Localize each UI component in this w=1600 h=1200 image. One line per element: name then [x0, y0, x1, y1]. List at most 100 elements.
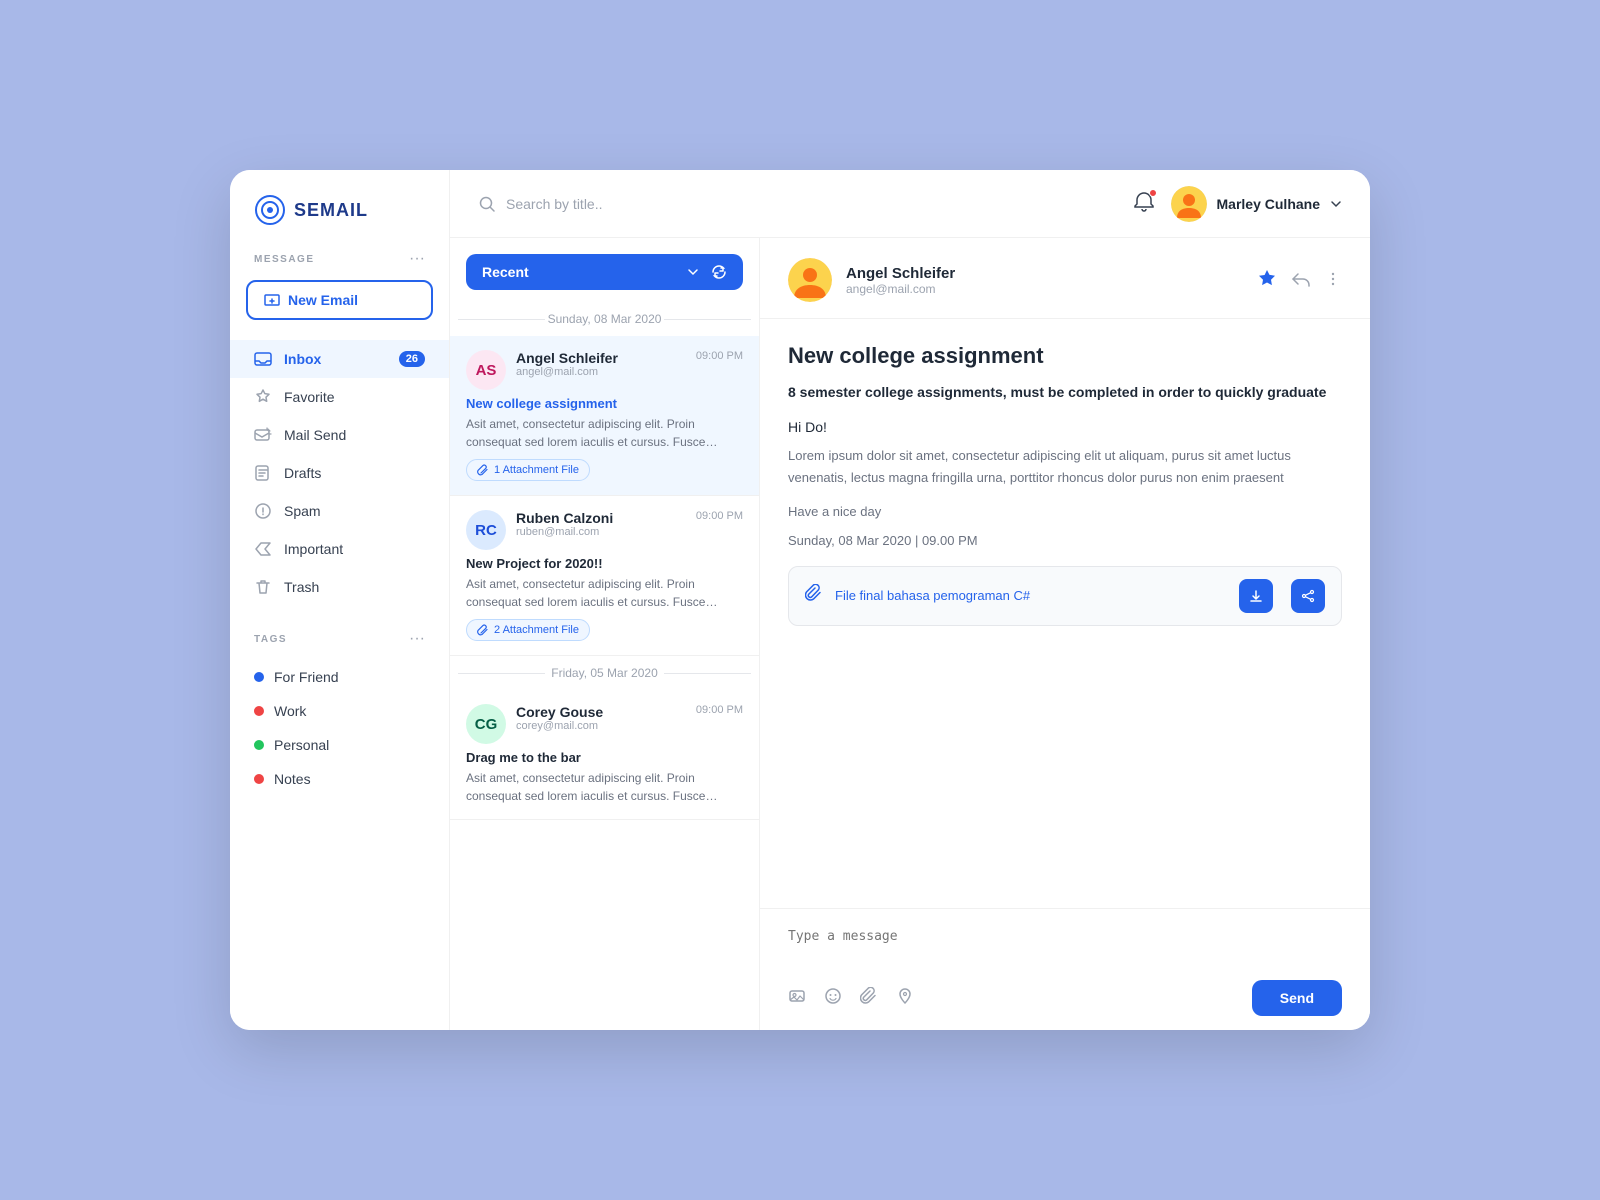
paperclip-tool-icon [860, 987, 878, 1005]
email-detail-panel: Angel Schleifer angel@mail.com [760, 238, 1370, 1030]
email-greeting: Hi Do! [788, 419, 1342, 435]
detail-body: New college assignment 8 semester colleg… [760, 319, 1370, 908]
main-area: Marley Culhane Recent [450, 170, 1370, 1030]
filter-bar: Recent [450, 238, 759, 302]
star-icon [1256, 268, 1278, 290]
search-area [478, 195, 1117, 213]
email-avatar-3: CG [466, 704, 506, 744]
email-subject-2: New Project for 2020!! [466, 556, 743, 571]
date-divider-1: Sunday, 08 Mar 2020 [450, 302, 759, 336]
app-name: SEMAIL [294, 200, 368, 221]
location-icon [896, 987, 914, 1005]
image-icon [788, 987, 806, 1005]
star-button[interactable] [1256, 268, 1278, 293]
user-name: Marley Culhane [1217, 196, 1320, 212]
email-list-panel: Recent [450, 238, 760, 1030]
refresh-icon [711, 264, 727, 280]
sender-email-2: ruben@mail.com [516, 526, 686, 538]
for-friend-dot [254, 672, 264, 682]
reply-button[interactable] [1290, 268, 1312, 293]
notification-button[interactable] [1133, 191, 1155, 216]
for-friend-label: For Friend [274, 669, 339, 685]
tag-work[interactable]: Work [230, 694, 449, 728]
email-subject-3: Drag me to the bar [466, 750, 743, 765]
sidebar-item-important[interactable]: Important [230, 530, 449, 568]
detail-sender-name: Angel Schleifer [846, 265, 1242, 282]
app-container: SEMAIL MESSAGE ··· New Email Inbox 26 [230, 170, 1370, 1030]
notes-label: Notes [274, 771, 311, 787]
emoji-tool-button[interactable] [824, 987, 842, 1010]
sidebar-item-inbox[interactable]: Inbox 26 [230, 340, 449, 378]
download-icon [1249, 589, 1263, 603]
sender-name-2: Ruben Calzoni [516, 510, 686, 526]
mail-send-icon [254, 426, 272, 444]
user-avatar-image [1171, 186, 1207, 222]
sender-email-1: angel@mail.com [516, 366, 686, 378]
personal-dot [254, 740, 264, 750]
email-time-1: 09:00 PM [696, 350, 743, 362]
send-button[interactable]: Send [1252, 980, 1342, 1016]
sidebar-nav: Inbox 26 Favorite Mail Send [230, 340, 449, 606]
new-email-button[interactable]: New Email [246, 280, 433, 320]
reply-area: Send [760, 908, 1370, 1030]
filter-button[interactable]: Recent [466, 254, 743, 290]
location-tool-button[interactable] [896, 987, 914, 1010]
user-area[interactable]: Marley Culhane [1171, 186, 1342, 222]
reply-icon [1290, 268, 1312, 290]
detail-sender-info: Angel Schleifer angel@mail.com [846, 265, 1242, 296]
email-time-3: 09:00 PM [696, 704, 743, 716]
paperclip-icon-2 [477, 624, 489, 636]
logo-icon [254, 194, 286, 226]
attachment-pill-2[interactable]: 2 Attachment File [466, 619, 590, 641]
email-item-3[interactable]: CG Corey Gouse corey@mail.com 09:00 PM D… [450, 690, 759, 820]
email-bold-summary: 8 semester college assignments, must be … [788, 381, 1342, 403]
detail-avatar-image [788, 258, 832, 302]
sidebar: SEMAIL MESSAGE ··· New Email Inbox 26 [230, 170, 450, 1030]
tag-notes[interactable]: Notes [230, 762, 449, 796]
attachment-pill-1[interactable]: 1 Attachment File [466, 459, 590, 481]
attachment-card: File final bahasa pemograman C# [788, 566, 1342, 626]
attach-paperclip [805, 584, 823, 602]
tag-personal[interactable]: Personal [230, 728, 449, 762]
inbox-badge: 26 [399, 351, 425, 367]
detail-sender-avatar [788, 258, 832, 302]
detail-header: Angel Schleifer angel@mail.com [760, 238, 1370, 319]
drafts-icon [254, 464, 272, 482]
sidebar-item-trash[interactable]: Trash [230, 568, 449, 606]
topbar: Marley Culhane [450, 170, 1370, 238]
attachment-paperclip-icon [805, 584, 823, 607]
reply-input[interactable] [788, 923, 1342, 965]
detail-sender-email: angel@mail.com [846, 282, 1242, 296]
tag-for-friend[interactable]: For Friend [230, 660, 449, 694]
emoji-icon [824, 987, 842, 1005]
message-section-header: MESSAGE ··· [230, 250, 449, 280]
logo-area: SEMAIL [230, 194, 449, 250]
search-icon [478, 195, 496, 213]
tags-section: TAGS ··· For Friend Work Personal Notes [230, 630, 449, 796]
sidebar-item-favorite[interactable]: Favorite [230, 378, 449, 416]
download-button[interactable] [1239, 579, 1273, 613]
message-more-button[interactable]: ··· [409, 250, 425, 268]
email-item-1[interactable]: AS Angel Schleifer angel@mail.com 09:00 … [450, 336, 759, 496]
image-tool-button[interactable] [788, 987, 806, 1010]
sidebar-item-drafts[interactable]: Drafts [230, 454, 449, 492]
more-actions-button[interactable] [1324, 270, 1342, 291]
tags-more-button[interactable]: ··· [409, 630, 425, 648]
reply-toolbar: Send [788, 970, 1342, 1016]
email-item-2[interactable]: RC Ruben Calzoni ruben@mail.com 09:00 PM… [450, 496, 759, 656]
email-time-2: 09:00 PM [696, 510, 743, 522]
search-input[interactable] [506, 196, 1117, 212]
email-preview-3: Asit amet, consectetur adipiscing elit. … [466, 769, 743, 805]
sidebar-item-mail-send[interactable]: Mail Send [230, 416, 449, 454]
notes-dot [254, 774, 264, 784]
sidebar-item-spam[interactable]: Spam [230, 492, 449, 530]
attachment-tool-button[interactable] [860, 987, 878, 1010]
sender-email-3: corey@mail.com [516, 720, 686, 732]
favorite-icon [254, 388, 272, 406]
email-sign-off: Have a nice day [788, 504, 1342, 519]
more-vert-icon [1324, 270, 1342, 288]
share-icon [1301, 589, 1315, 603]
email-avatar-1: AS [466, 350, 506, 390]
filter-chevron-icon [687, 266, 699, 278]
share-button[interactable] [1291, 579, 1325, 613]
